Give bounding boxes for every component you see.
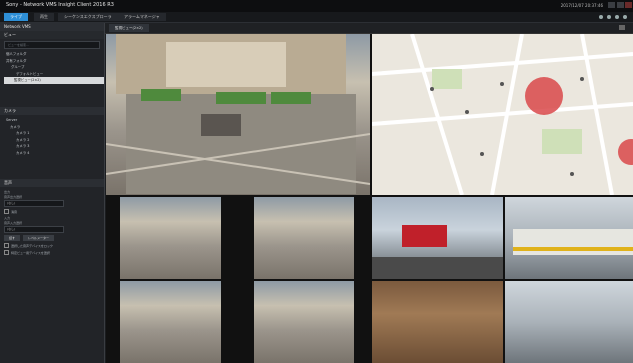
talk-button[interactable]: 話す (4, 235, 21, 241)
mute-checkbox[interactable]: 消音 (4, 209, 100, 214)
audio-section-header[interactable]: 音声 (0, 179, 104, 187)
level-meter-button[interactable]: レベルメーター (23, 235, 55, 241)
close-icon[interactable] (625, 2, 632, 8)
camera-tile-plaza[interactable] (106, 34, 370, 195)
select-device-checkbox[interactable]: 特定ビュー用デバイスを選択 (4, 250, 100, 255)
help-icon[interactable] (607, 15, 611, 19)
views-section-header[interactable]: ビュー (0, 31, 104, 39)
audio-panel: 出力 音声出力選択 (なし) 消音 入力 音声入力選択 (なし) 話す レベルメ… (0, 189, 104, 257)
audio-title: 音声 (4, 180, 12, 185)
sidebar: Network VMS ビュー ビューを検索... 個人フォルダ 共有フォルダ … (0, 23, 105, 363)
tab-sequence-explorer[interactable]: シーケンスエクスプローラ (58, 13, 118, 21)
views-title: ビュー (4, 32, 16, 37)
title-bar: Sony - Network VMS Insight Client 2016 R… (0, 0, 633, 12)
sidebar-header: Network VMS (0, 23, 104, 31)
tab-live[interactable]: ライブ (4, 13, 28, 21)
audio-input-sublabel: 音声入力選択 (4, 221, 23, 225)
app-title: Sony - Network VMS Insight Client 2016 R… (6, 2, 114, 8)
cameras-title: カメラ (4, 108, 16, 113)
settings-icon[interactable] (599, 15, 603, 19)
lock-device-label: 選択した音声デバイスをロック (11, 243, 53, 248)
user-icon[interactable] (615, 15, 619, 19)
camera-tile-3[interactable] (120, 281, 221, 363)
setup-icon[interactable] (619, 25, 625, 30)
camera-view-grid (106, 34, 633, 363)
view-tree-item-selected[interactable]: 監視ビュー(2×2) (4, 77, 104, 84)
top-toolbar-icons (599, 12, 627, 22)
logout-icon[interactable] (623, 15, 627, 19)
camera-tile-4[interactable] (254, 281, 354, 363)
view-toolbar: 監視ビュー(2×2) (105, 23, 633, 34)
tab-alarm-manager[interactable]: アラームマネージャ (118, 13, 166, 21)
camera-tile-station[interactable] (372, 197, 503, 279)
view-tree: 個人フォルダ 共有フォルダ グループ デフォルトビュー 監視ビュー(2×2) (4, 51, 104, 84)
camera-tree-item[interactable]: カメラ 4 (6, 150, 29, 157)
clock: 2017/12/07 20:37:46 (560, 3, 603, 8)
audio-output-label: 出力 (4, 190, 11, 194)
audio-input-select[interactable]: (なし) (4, 226, 64, 233)
camera-tile-1[interactable] (120, 197, 221, 279)
checkbox-icon (4, 250, 9, 255)
camera-tile-2[interactable] (254, 197, 354, 279)
camera-tile-street[interactable] (505, 281, 633, 363)
checkbox-icon (4, 209, 9, 214)
tab-playback[interactable]: 再生 (34, 13, 54, 21)
camera-tile-tram[interactable] (505, 197, 633, 279)
checkbox-icon (4, 243, 9, 248)
minimize-icon[interactable] (608, 2, 615, 8)
audio-output-sublabel: 音声出力選択 (4, 195, 23, 199)
map-tile[interactable] (372, 34, 633, 195)
view-tab[interactable]: 監視ビュー(2×2) (109, 24, 149, 32)
mute-label: 消音 (11, 209, 18, 214)
camera-tree: Server カメラ カメラ 1 カメラ 2 カメラ 3 カメラ 4 (6, 117, 29, 156)
station-camera-image (372, 225, 503, 279)
map-alarm-marker[interactable] (525, 77, 563, 115)
maximize-icon[interactable] (617, 2, 624, 8)
audio-output-select[interactable]: (なし) (4, 200, 64, 207)
view-search-input[interactable]: ビューを検索... (4, 41, 100, 49)
plaza-camera-image (106, 34, 370, 194)
tram-camera-image (513, 229, 633, 255)
lock-device-checkbox[interactable]: 選択した音声デバイスをロック (4, 243, 100, 248)
cameras-section-header[interactable]: カメラ (0, 107, 104, 115)
camera-tile-hall[interactable] (372, 281, 503, 363)
map-image (372, 34, 633, 195)
top-navigation: ライブ 再生 シーケンスエクスプローラ アラームマネージャ (0, 12, 633, 23)
audio-input-label: 入力 (4, 216, 11, 220)
select-device-label: 特定ビュー用デバイスを選択 (11, 250, 50, 255)
